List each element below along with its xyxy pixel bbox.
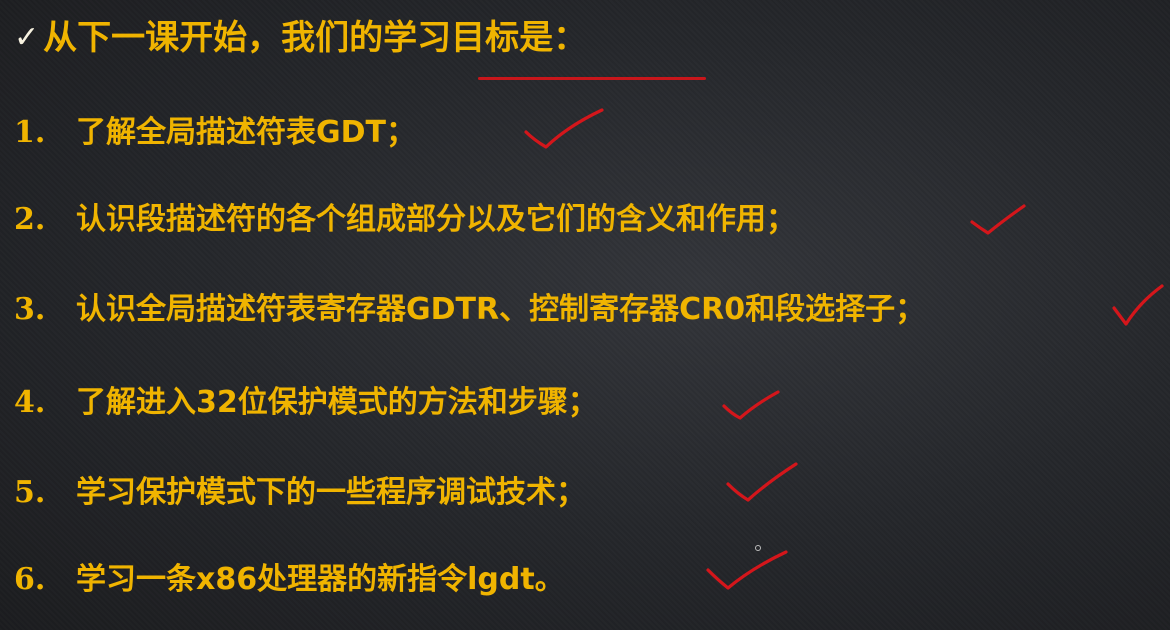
title-text: 从下一课开始，我们的学习目标是： xyxy=(43,18,588,58)
red-check-icon xyxy=(726,462,798,502)
goal-number: 1. xyxy=(14,115,46,150)
goal-item-1: 1. 了解全局描述符表GDT； xyxy=(14,113,416,153)
checkmark-icon: ✓ xyxy=(14,20,40,55)
goal-text: 学习一条x86处理器的新指令lgdt。 xyxy=(76,562,565,597)
goal-item-5: 5. 学习保护模式下的一些程序调试技术； xyxy=(14,473,586,513)
goal-item-2: 2. 认识段描述符的各个组成部分以及它们的含义和作用； xyxy=(14,200,796,240)
goal-number: 5. xyxy=(14,475,46,510)
goal-text: 认识全局描述符表寄存器GDTR、控制寄存器CR0和段选择子； xyxy=(76,292,926,327)
goal-text: 认识段描述符的各个组成部分以及它们的含义和作用； xyxy=(76,202,796,237)
goal-item-6: 6. 学习一条x86处理器的新指令lgdt。 xyxy=(14,560,565,600)
red-check-icon xyxy=(722,390,780,420)
slide-title: ✓ 从下一课开始，我们的学习目标是： xyxy=(14,18,587,58)
goal-text: 学习保护模式下的一些程序调试技术； xyxy=(76,475,586,510)
goal-item-4: 4. 了解进入32位保护模式的方法和步骤； xyxy=(14,383,598,423)
goal-text: 了解进入32位保护模式的方法和步骤； xyxy=(76,385,598,420)
red-underline-annotation xyxy=(478,77,706,80)
goal-text: 了解全局描述符表GDT； xyxy=(76,115,416,150)
goal-number: 2. xyxy=(14,202,46,237)
cursor-dot xyxy=(755,545,761,551)
goal-number: 6. xyxy=(14,562,46,597)
red-check-icon xyxy=(1112,284,1164,326)
goal-number: 3. xyxy=(14,292,46,327)
red-check-icon xyxy=(524,108,604,149)
goal-number: 4. xyxy=(14,385,46,420)
red-check-icon xyxy=(970,204,1026,235)
slide: ✓ 从下一课开始，我们的学习目标是： 1. 了解全局描述符表GDT； 2. 认识段描… xyxy=(0,0,1170,630)
goal-item-3: 3. 认识全局描述符表寄存器GDTR、控制寄存器CR0和段选择子； xyxy=(14,290,925,330)
red-check-icon xyxy=(706,550,788,590)
